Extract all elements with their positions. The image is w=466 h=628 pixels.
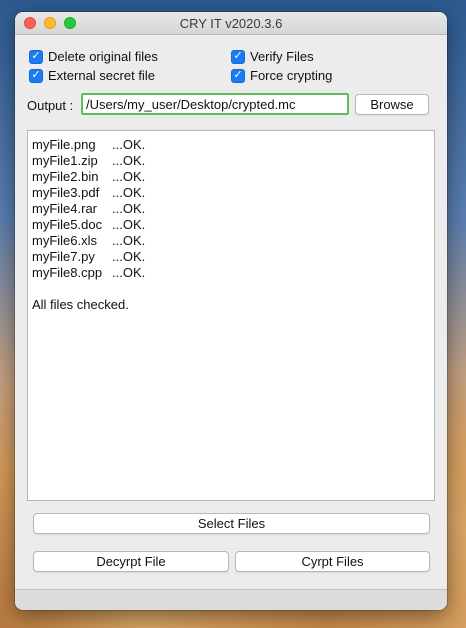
log-file-status: ...OK. [112, 153, 146, 168]
log-file-name: myFile3.pdf [32, 185, 100, 200]
app-window: CRY IT v2020.3.6 ✓ Delete original files… [15, 12, 447, 610]
log-line: myFile7.py ...OK. [32, 249, 430, 265]
log-file-name: myFile1.zip [32, 153, 98, 168]
log-file-name: myFile.png [32, 137, 96, 152]
log-file-name: myFile5.doc [32, 217, 103, 232]
log-line: myFile5.doc ...OK. [32, 217, 430, 233]
verify-files-option[interactable]: ✓ Verify Files [231, 49, 314, 64]
force-crypting-label: Force crypting [250, 68, 333, 83]
log-file-status: ...OK. [112, 265, 146, 280]
crypt-files-button[interactable]: Cyrpt Files [235, 551, 430, 572]
checkbox-checked-icon[interactable]: ✓ [29, 68, 43, 83]
log-line: myFile3.pdf ...OK. [32, 185, 430, 201]
log-file-name: myFile8.cpp [32, 265, 103, 280]
log-line: myFile.png ...OK. [32, 137, 430, 153]
checkbox-checked-icon[interactable]: ✓ [231, 49, 245, 64]
browse-button[interactable]: Browse [355, 94, 429, 115]
log-blank-line [32, 281, 430, 297]
delete-original-option[interactable]: ✓ Delete original files [29, 49, 158, 64]
log-file-status: ...OK. [112, 185, 146, 200]
log-file-status: ...OK. [112, 217, 146, 232]
log-line: myFile2.bin ...OK. [32, 169, 430, 185]
status-bar [15, 589, 447, 610]
checkbox-checked-icon[interactable]: ✓ [231, 68, 245, 83]
window-title: CRY IT v2020.3.6 [179, 16, 283, 31]
log-file-status: ...OK. [112, 137, 146, 152]
log-file-name: myFile6.xls [32, 233, 98, 248]
log-file-name: myFile2.bin [32, 169, 99, 184]
delete-original-label: Delete original files [48, 49, 158, 64]
log-file-name: myFile7.py [32, 249, 95, 264]
log-line: myFile6.xls ...OK. [32, 233, 430, 249]
force-crypting-option[interactable]: ✓ Force crypting [231, 68, 332, 83]
log-file-name: myFile4.rar [32, 201, 98, 216]
log-line: myFile4.rar ...OK. [32, 201, 430, 217]
title-bar: CRY IT v2020.3.6 [15, 12, 447, 35]
log-output-area[interactable]: myFile.png ...OK. myFile1.zip ...OK. myFile2… [27, 130, 435, 501]
verify-files-label: Verify Files [250, 49, 314, 64]
output-path-input[interactable] [81, 93, 349, 115]
external-secret-label: External secret file [48, 68, 155, 83]
log-line: myFile8.cpp ...OK. [32, 265, 430, 281]
log-file-status: ...OK. [112, 201, 146, 216]
decrypt-file-button[interactable]: Decyrpt File [33, 551, 229, 572]
log-file-status: ...OK. [112, 233, 146, 248]
log-line: myFile1.zip ...OK. [32, 153, 430, 169]
checkbox-checked-icon[interactable]: ✓ [29, 49, 43, 64]
select-files-button[interactable]: Select Files [33, 513, 430, 534]
log-file-status: ...OK. [112, 249, 146, 264]
log-file-status: ...OK. [112, 169, 146, 184]
external-secret-option[interactable]: ✓ External secret file [29, 68, 155, 83]
log-summary: All files checked. [32, 297, 129, 312]
output-label: Output : [27, 98, 74, 113]
